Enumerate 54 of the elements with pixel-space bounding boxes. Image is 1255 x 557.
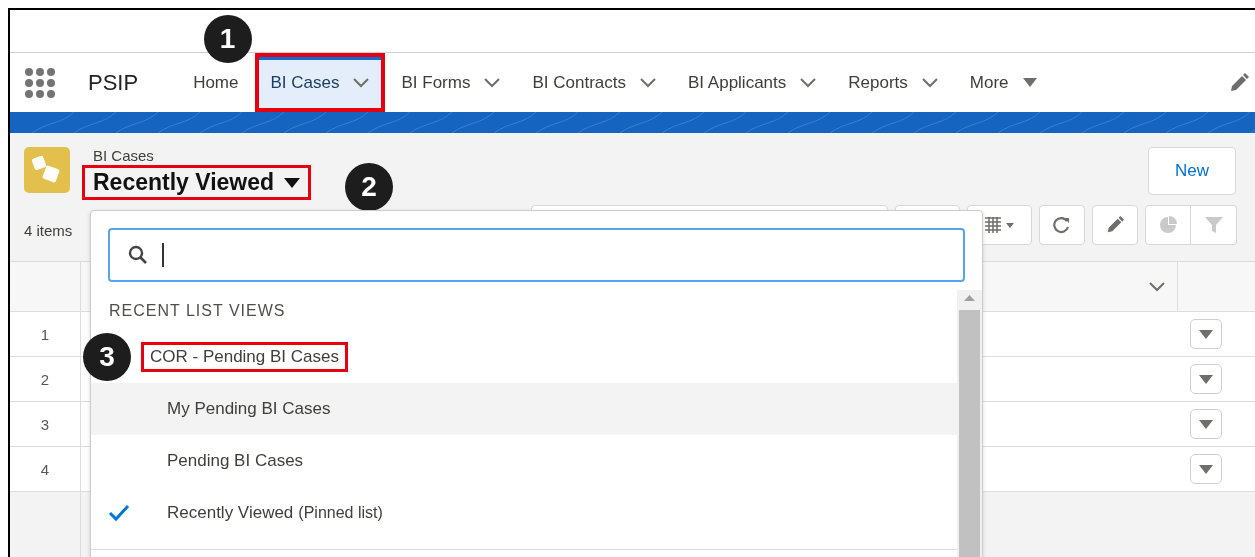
chevron-down-icon <box>353 77 370 88</box>
item-count: 4 items <box>24 222 73 239</box>
list-view-option[interactable]: Pending BI Cases <box>91 435 957 487</box>
step-badge: 1 <box>203 15 252 63</box>
table-icon <box>984 217 1015 233</box>
nav-tab[interactable]: BI Applicants <box>672 53 833 112</box>
list-view-option[interactable]: COR - Pending BI Cases <box>133 331 957 383</box>
nav-tab[interactable]: Reports <box>832 53 954 112</box>
app-name: PSIP <box>88 69 139 96</box>
step-badge: 3 <box>83 333 131 381</box>
caret-down-icon <box>1199 419 1213 429</box>
pencil-icon[interactable] <box>1229 72 1249 93</box>
caret-down-icon <box>284 177 301 188</box>
section-heading: RECENT LIST VIEWS <box>108 300 287 321</box>
chevron-down-icon <box>921 77 938 88</box>
nav-tab[interactable]: More <box>953 53 1053 112</box>
pie-chart-icon <box>1159 216 1177 234</box>
search-field[interactable] <box>108 228 965 282</box>
caret-down-icon <box>1022 78 1037 87</box>
object-label: BI Cases <box>93 147 155 165</box>
nav-tab[interactable]: BI Forms <box>385 53 517 112</box>
nav-tab[interactable]: Home <box>177 66 255 99</box>
text-cursor <box>162 243 164 267</box>
list-view-option[interactable]: Recently Viewed (Pinned list) <box>91 487 957 539</box>
nav-tab[interactable]: BI Contracts <box>516 53 672 112</box>
caret-down-icon <box>1199 374 1213 384</box>
edit-button[interactable] <box>1092 205 1138 245</box>
row-actions-button[interactable] <box>1190 364 1222 394</box>
row-number: 3 <box>40 415 50 433</box>
scrollbar[interactable] <box>957 290 982 557</box>
row-number: 1 <box>40 325 50 343</box>
pencil-icon <box>1106 216 1124 234</box>
row-number: 4 <box>40 460 50 478</box>
step-badge: 2 <box>345 163 393 211</box>
list-view-option[interactable]: My Pending BI Cases <box>91 383 957 435</box>
list-view-picker[interactable]: Recently Viewed <box>82 165 312 200</box>
nav-tab[interactable]: BI Cases <box>254 53 386 112</box>
row-actions-button[interactable] <box>1190 409 1222 439</box>
chevron-down-icon <box>484 77 501 88</box>
search-icon <box>128 245 148 265</box>
dice-icon <box>24 147 70 193</box>
caret-down-icon <box>1199 329 1213 339</box>
filter-icon <box>1204 216 1223 234</box>
row-number: 2 <box>40 370 50 388</box>
app-launcher-icon[interactable] <box>24 66 56 99</box>
caret-down-icon <box>1199 464 1213 474</box>
chevron-down-icon <box>640 77 656 88</box>
chevron-down-icon <box>800 77 817 88</box>
new-button[interactable]: New <box>1148 147 1236 195</box>
row-actions-button[interactable] <box>1190 454 1222 484</box>
chevron-down-icon[interactable] <box>1149 281 1165 292</box>
refresh-icon <box>1053 216 1071 234</box>
row-actions-button[interactable] <box>1190 319 1222 349</box>
refresh-button[interactable] <box>1039 205 1085 245</box>
